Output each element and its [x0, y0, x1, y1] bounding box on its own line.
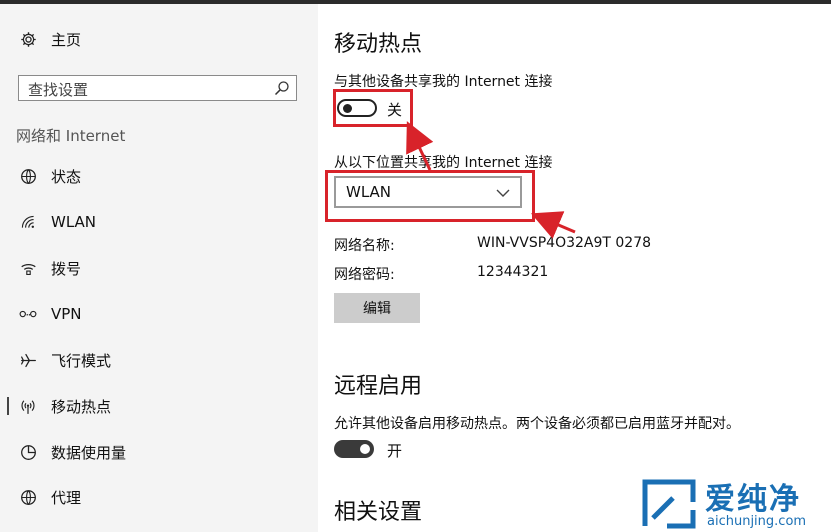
globe-proxy-icon — [19, 488, 37, 506]
sidebar-item-label: 飞行模式 — [51, 351, 112, 370]
search-icon[interactable] — [274, 80, 290, 96]
sidebar-item-proxy[interactable]: 代理 — [0, 477, 318, 517]
sidebar-item-label: VPN — [51, 305, 82, 323]
sidebar-item-mobile-hotspot[interactable]: 移动热点 — [0, 386, 318, 426]
sidebar-item-label: 状态 — [51, 167, 82, 186]
search-placeholder: 查找设置 — [28, 81, 89, 99]
wifi-icon — [19, 213, 37, 231]
network-password-value: 12344321 — [477, 264, 549, 280]
network-name-label: 网络名称: — [334, 238, 395, 254]
airplane-icon — [19, 351, 37, 369]
section-label: 网络和 Internet — [16, 127, 126, 145]
globe-status-icon — [19, 167, 37, 185]
remote-enable-title: 远程启用 — [334, 374, 423, 399]
sidebar-item-label: WLAN — [51, 213, 97, 231]
sidebar-item-label: 数据使用量 — [51, 443, 127, 462]
remote-toggle-state: 开 — [387, 442, 403, 460]
share-label: 与其他设备共享我的 Internet 连接 — [334, 74, 553, 90]
gear-icon — [19, 30, 37, 48]
active-indicator — [7, 397, 9, 415]
network-name-value: WIN-VVSP4O32A9T 0278 — [477, 235, 652, 251]
sidebar-item-dialup[interactable]: 拨号 — [0, 248, 318, 288]
watermark-title: 爱纯净 — [705, 482, 801, 517]
remote-enable-description: 允许其他设备启用移动热点。两个设备必须都已启用蓝牙并配对。 — [334, 416, 740, 432]
toggle-knob — [360, 444, 370, 454]
network-password-label: 网络密码: — [334, 267, 395, 283]
annotation-box-dropdown — [325, 170, 535, 222]
sidebar-home-label: 主页 — [51, 30, 82, 49]
main-panel: 移动热点 与其他设备共享我的 Internet 连接 关 从以下位置共享我的 I… — [318, 4, 831, 532]
sidebar-item-label: 拨号 — [51, 259, 82, 278]
dialup-icon — [19, 259, 37, 277]
sidebar-home[interactable]: 主页 — [0, 19, 318, 59]
edit-button[interactable]: 编辑 — [334, 293, 420, 323]
share-from-label: 从以下位置共享我的 Internet 连接 — [334, 155, 553, 171]
watermark: 爱纯净 aichunjing.com — [639, 474, 831, 532]
hotspot-icon — [19, 397, 37, 415]
annotation-box-toggle — [333, 89, 413, 127]
sidebar-item-wlan[interactable]: WLAN — [0, 202, 318, 242]
search-input[interactable]: 查找设置 — [18, 75, 297, 101]
sidebar: 主页 查找设置 网络和 Internet 状态 WLAN 拨号 VPN 飞行模式… — [0, 4, 318, 532]
watermark-logo-icon — [642, 479, 696, 529]
sidebar-item-label: 移动热点 — [51, 397, 112, 416]
data-usage-icon — [19, 443, 37, 461]
sidebar-item-airplane-mode[interactable]: 飞行模式 — [0, 340, 318, 380]
remote-enable-toggle[interactable] — [334, 440, 374, 458]
sidebar-item-status[interactable]: 状态 — [0, 156, 318, 196]
sidebar-item-label: 代理 — [51, 488, 82, 507]
vpn-icon — [19, 305, 37, 323]
watermark-url: aichunjing.com — [707, 514, 807, 529]
sidebar-item-vpn[interactable]: VPN — [0, 294, 318, 334]
sidebar-item-data-usage[interactable]: 数据使用量 — [0, 432, 318, 472]
page-title: 移动热点 — [334, 32, 423, 57]
related-settings-title: 相关设置 — [334, 500, 423, 525]
